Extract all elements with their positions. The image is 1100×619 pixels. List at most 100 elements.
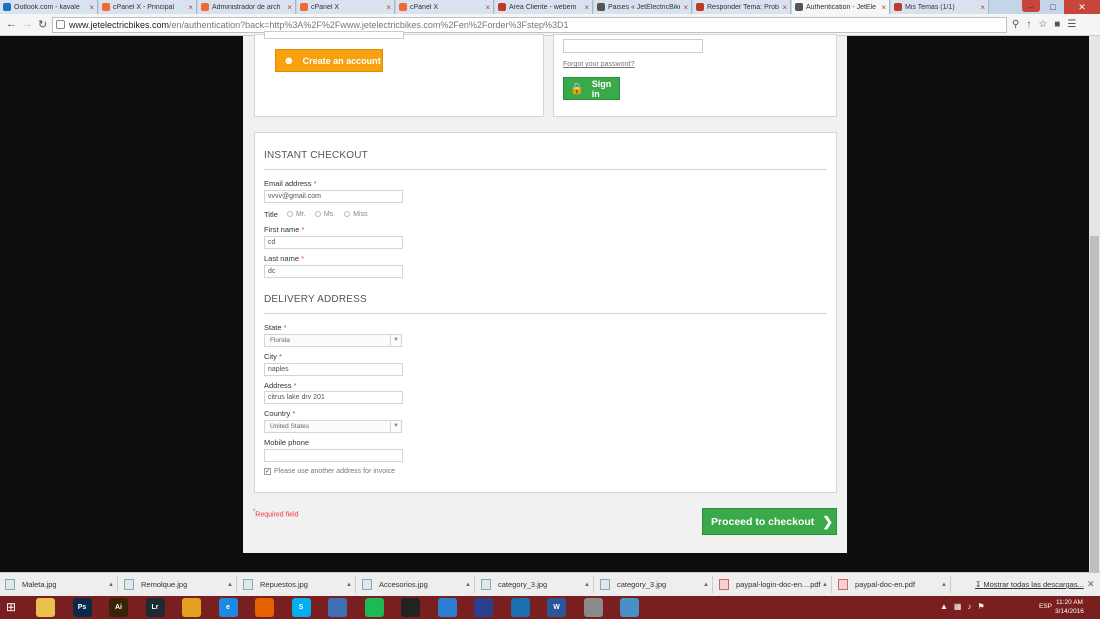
flag-icon[interactable]: ⚑ (977, 602, 984, 611)
download-options-icon[interactable]: ▲ (465, 582, 471, 588)
city-input[interactable]: naples (264, 363, 403, 376)
scrollbar-thumb[interactable] (1090, 236, 1099, 572)
browser-tab[interactable]: Responder Tema: Prob × (693, 0, 791, 14)
close-tab-icon[interactable]: × (683, 3, 688, 12)
chrome-icon[interactable] (182, 598, 201, 617)
app-folder-icon[interactable] (620, 598, 639, 617)
page-scrollbar[interactable] (1089, 36, 1100, 572)
close-tab-icon[interactable]: × (980, 3, 985, 12)
close-tab-icon[interactable]: × (188, 3, 193, 12)
extension-icon[interactable]: ■ (1054, 19, 1060, 30)
maximize-icon[interactable]: □ (1042, 0, 1064, 14)
app-crown-icon[interactable] (474, 598, 493, 617)
app-paint-icon[interactable] (583, 598, 603, 617)
minimize-icon[interactable]: – (1020, 0, 1042, 14)
state-select[interactable]: Florida ▼ (264, 334, 402, 347)
browser-tab[interactable]: cPanel X × (297, 0, 395, 14)
network-icon[interactable]: ▦ (954, 602, 962, 611)
title-radio-ms[interactable]: Ms. (314, 211, 335, 218)
app-circle-icon[interactable] (437, 598, 457, 617)
pin-icon[interactable]: ↑ (1026, 19, 1031, 30)
system-clock[interactable]: 11:20 AM 3/14/2016 (1055, 598, 1084, 616)
download-item[interactable]: Remolque.jpg ▲ (119, 576, 237, 593)
proceed-to-checkout-button[interactable]: Proceed to checkout ❯ (702, 508, 837, 535)
download-options-icon[interactable]: ▲ (346, 582, 352, 588)
close-download-bar-icon[interactable]: ✕ (1087, 579, 1095, 590)
app-ring-icon[interactable] (510, 598, 530, 617)
photoshop-icon[interactable]: Ps (72, 598, 92, 617)
language-indicator[interactable]: ESP (1039, 603, 1052, 610)
first-name-input[interactable]: cd (264, 236, 403, 249)
browser-tab[interactable]: cPanel X - Principal × (99, 0, 197, 14)
tab-title: Outlook.com - kavale (14, 3, 80, 11)
create-account-email-input[interactable] (264, 31, 404, 39)
close-tab-icon[interactable]: × (584, 3, 589, 12)
invoice-address-checkbox[interactable]: ✓ Please use another address for invoice (264, 468, 395, 475)
download-item[interactable]: Accesorios.jpg ▲ (357, 576, 475, 593)
address-input[interactable]: citrus lake drv 201 (264, 391, 403, 404)
lightroom-icon[interactable]: Lr (145, 598, 165, 617)
forward-arrow-icon[interactable]: → (22, 18, 33, 30)
download-item[interactable]: Maleta.jpg ▲ (0, 576, 118, 593)
close-tab-icon[interactable]: × (386, 3, 391, 12)
password-input[interactable] (563, 39, 703, 53)
title-radio-mr[interactable]: Mr. (286, 211, 306, 218)
tab-title: cPanel X - Principal (113, 3, 175, 11)
create-account-button[interactable]: ☻ Create an account (275, 49, 383, 72)
download-options-icon[interactable]: ▲ (822, 582, 828, 588)
url-path: /en/authentication?back=http%3A%2F%2Fwww… (169, 20, 569, 30)
address-bar[interactable]: www.jetelectricbikes.com/en/authenticati… (52, 17, 1007, 33)
title-radio-miss[interactable]: Miss (344, 211, 368, 218)
browser-tab[interactable]: cPanel X × (396, 0, 494, 14)
windows-start-icon[interactable]: ⊞ (6, 600, 16, 614)
download-options-icon[interactable]: ▲ (108, 582, 114, 588)
download-item[interactable]: Repuestos.jpg ▲ (238, 576, 356, 593)
download-item[interactable]: paypal-login-doc-en....pdf ▲ (714, 576, 832, 593)
email-input[interactable]: vvvv@gmail.com (264, 190, 403, 203)
sign-in-button[interactable]: 🔒 Sign in (563, 77, 620, 100)
internet-explorer-icon[interactable]: e (218, 598, 238, 617)
browser-tab[interactable]: Outlook.com - kavale × (0, 0, 98, 14)
volume-icon[interactable]: ♪ (967, 602, 971, 611)
download-item[interactable]: category_3.jpg ▲ (595, 576, 713, 593)
download-options-icon[interactable]: ▲ (941, 582, 947, 588)
browser-tab[interactable]: Administrador de arch × (198, 0, 296, 14)
tray-arrow-icon[interactable]: ▲ (940, 602, 948, 611)
forgot-password-link[interactable]: Forgot your password? (563, 61, 635, 68)
download-item[interactable]: paypal-doc-en.pdf ▲ (833, 576, 951, 593)
close-tab-icon[interactable]: × (89, 3, 94, 12)
download-options-icon[interactable]: ▲ (227, 582, 233, 588)
skype-icon[interactable]: S (291, 598, 311, 617)
last-name-input[interactable]: dc (264, 265, 403, 278)
close-tab-icon[interactable]: × (782, 3, 787, 12)
close-window-icon[interactable]: ✕ (1064, 0, 1100, 14)
show-all-downloads-link[interactable]: ↧ Mostrar todas las descargas... (975, 580, 1084, 589)
pdf-file-icon (719, 579, 729, 590)
zoom-icon[interactable]: ⚲ (1012, 19, 1019, 30)
download-options-icon[interactable]: ▲ (584, 582, 590, 588)
back-arrow-icon[interactable]: ← (6, 18, 17, 30)
illustrator-icon[interactable]: Ai (109, 598, 128, 617)
close-tab-icon[interactable]: × (287, 3, 292, 12)
mobile-phone-input[interactable] (264, 449, 403, 462)
app-dark-icon[interactable] (401, 598, 420, 617)
pdf-file-icon (838, 579, 848, 590)
app-blue-icon[interactable] (328, 598, 347, 617)
browser-tab[interactable]: Authentication - JetEle × (792, 0, 890, 14)
close-tab-icon[interactable]: × (881, 3, 886, 12)
browser-tab[interactable]: Paises « JetElectricBike × (594, 0, 692, 14)
browser-tab[interactable]: Área Cliente - webem × (495, 0, 593, 14)
close-tab-icon[interactable]: × (485, 3, 490, 12)
divider (264, 169, 827, 170)
browser-tab[interactable]: Mis Temas (1/1) × (891, 0, 989, 14)
download-item[interactable]: category_3.jpg ▲ (476, 576, 594, 593)
bookmark-star-icon[interactable]: ☆ (1038, 19, 1047, 30)
file-explorer-icon[interactable] (36, 598, 55, 617)
spotify-icon[interactable] (364, 598, 384, 617)
firefox-icon[interactable] (255, 598, 274, 617)
word-icon[interactable]: W (547, 598, 566, 617)
menu-icon[interactable]: ☰ (1067, 19, 1076, 30)
download-options-icon[interactable]: ▲ (703, 582, 709, 588)
country-select[interactable]: United States ▼ (264, 420, 402, 433)
reload-icon[interactable]: ↻ (38, 18, 47, 31)
